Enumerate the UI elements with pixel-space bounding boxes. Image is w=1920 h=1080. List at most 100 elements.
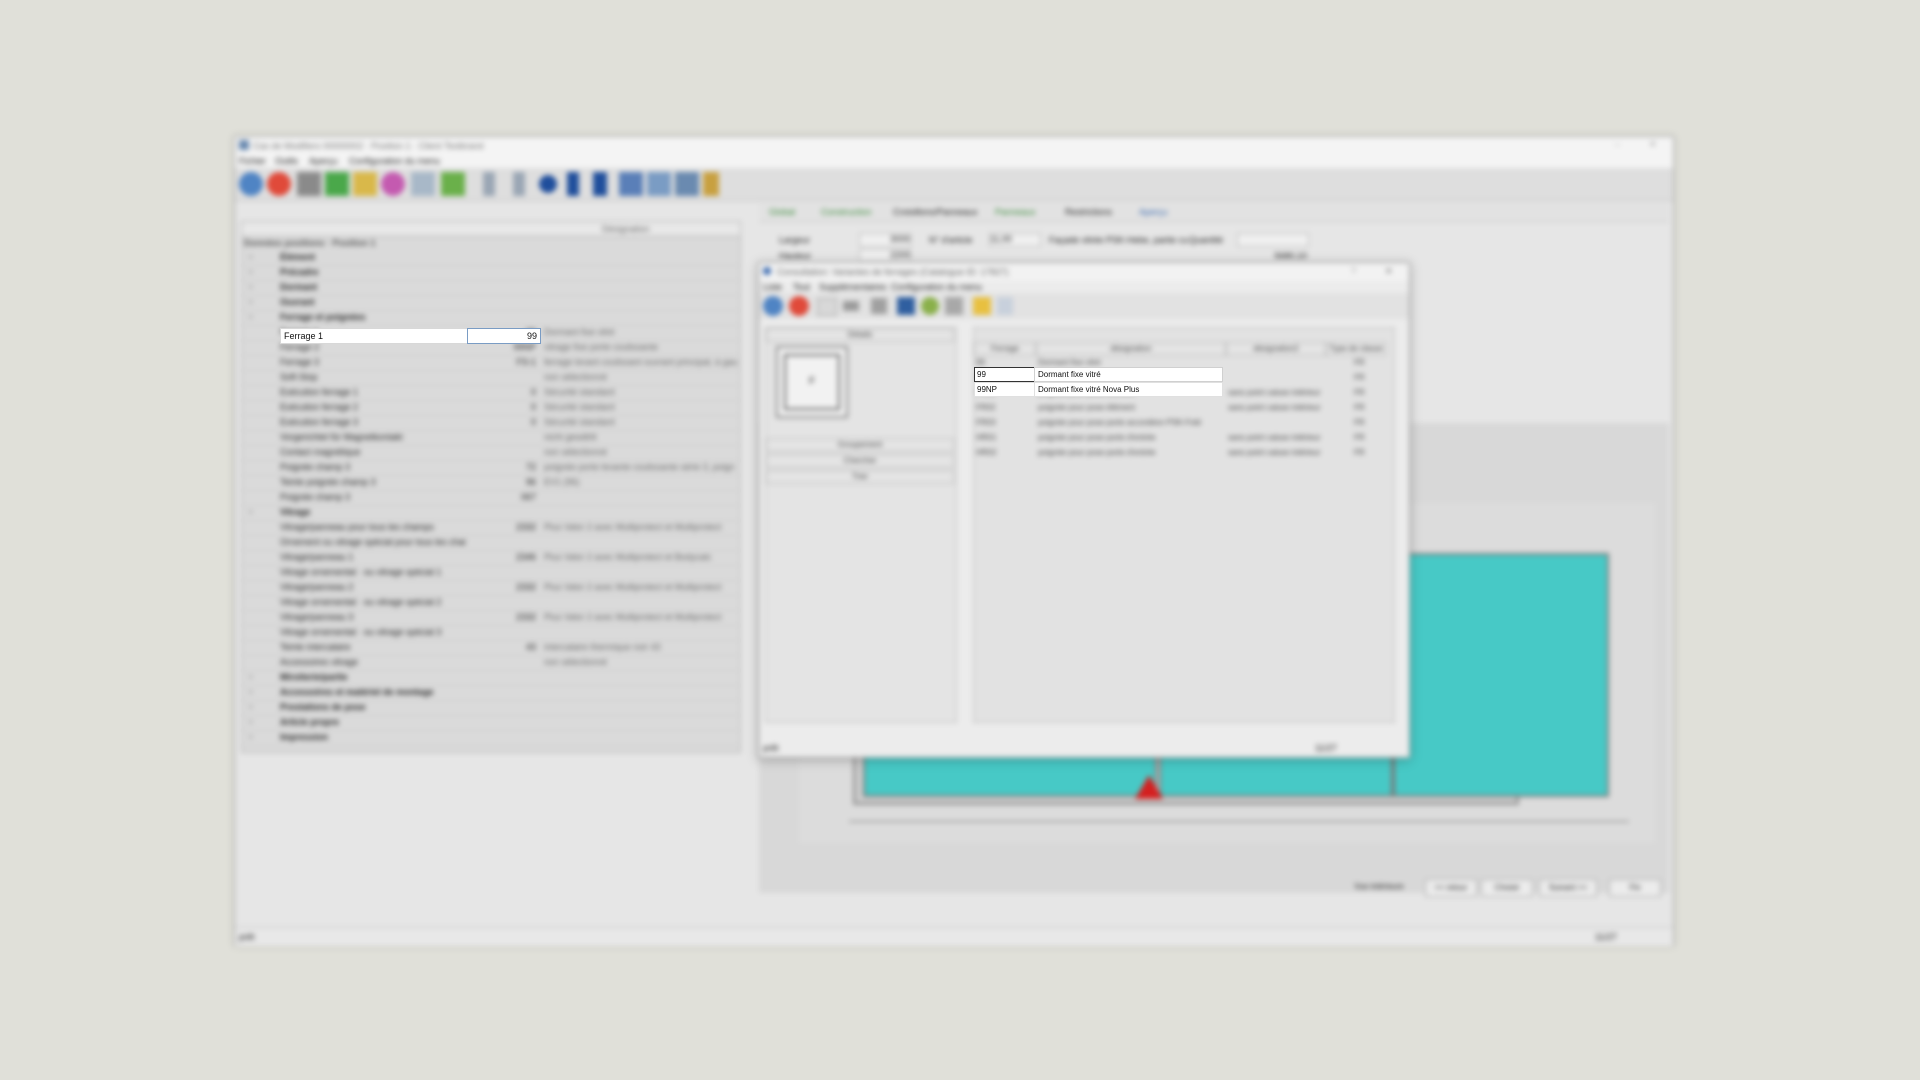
print-icon[interactable] xyxy=(843,301,859,311)
tree-property-row[interactable]: Vitrage ornemental · ou vitrage spécial … xyxy=(242,595,740,611)
close-icon[interactable]: ✕ xyxy=(1649,139,1657,150)
star-icon[interactable] xyxy=(973,297,991,315)
tab-apercu[interactable]: Aperçu xyxy=(1139,207,1168,217)
finish-button[interactable]: Fin xyxy=(1609,879,1661,897)
expand-icon[interactable]: + xyxy=(248,297,256,307)
menu-outils[interactable]: Outils xyxy=(275,156,298,166)
expand-icon[interactable]: + xyxy=(248,687,256,697)
tree-property-row[interactable]: Exécution ferrage 3 0 Sécurité standard xyxy=(242,415,740,431)
property-value[interactable]: 2346 xyxy=(468,552,536,562)
tree-group-row[interactable]: + Ouvrant xyxy=(242,295,740,311)
dialog-menu-liste[interactable]: Liste xyxy=(763,282,782,292)
document-icon[interactable] xyxy=(997,297,1013,315)
property-value[interactable]: 72 xyxy=(468,462,536,472)
dialog-menu-config[interactable]: Configuration du menu xyxy=(891,282,982,292)
record-icon[interactable] xyxy=(539,175,557,193)
expand-icon[interactable]: + xyxy=(248,717,256,727)
globe-icon[interactable] xyxy=(239,172,263,196)
variant-row[interactable]: FR03 poignée pour pose porte accordéon PS… xyxy=(974,416,1384,431)
choose-button[interactable]: Choisir xyxy=(1481,879,1533,897)
property-value[interactable]: 0 xyxy=(468,387,536,397)
tab-global[interactable]: Global xyxy=(769,207,795,217)
expand-icon[interactable]: + xyxy=(248,672,256,682)
first-icon[interactable] xyxy=(483,172,495,196)
next-icon[interactable] xyxy=(567,172,579,196)
red-circle-icon[interactable] xyxy=(789,296,809,316)
property-value[interactable]: FS-1 xyxy=(468,357,536,367)
dialog-menu-supp[interactable]: Supplémentaires xyxy=(819,282,887,292)
tree-property-row[interactable]: Vitrage ornemental · ou vitrage spécial … xyxy=(242,625,740,641)
tree-group-row[interactable]: + Élément xyxy=(242,250,740,266)
tree-group-row[interactable]: + Dormant xyxy=(242,280,740,296)
property-value[interactable]: 2332 xyxy=(468,522,536,532)
tree-group-row[interactable]: + Vitrage xyxy=(242,505,740,521)
next-button[interactable]: Suivant >> xyxy=(1539,879,1597,897)
minimize-icon[interactable]: – xyxy=(1615,139,1620,149)
palette-icon[interactable] xyxy=(381,172,405,196)
tree-property-row[interactable]: Ferrage 3 FS-1 ferrage levant coulissant o… xyxy=(242,355,740,371)
arrow-green-icon[interactable] xyxy=(325,172,349,196)
tree-property-row[interactable]: Vitrage/panneau 1 2346 Plus Valor 2 avec M… xyxy=(242,550,740,566)
property-value[interactable]: 2332 xyxy=(468,582,536,592)
image-icon[interactable] xyxy=(647,172,671,196)
red-circle-icon[interactable] xyxy=(267,172,291,196)
property-value[interactable]: 067 xyxy=(468,492,536,502)
dialog-help-icon[interactable]: ? xyxy=(1351,266,1356,276)
window-icon[interactable] xyxy=(619,172,643,196)
tree-property-row[interactable]: Exécution ferrage 1 0 Sécurité standard xyxy=(242,385,740,401)
back-button[interactable]: << retour xyxy=(1425,879,1477,897)
last-icon[interactable] xyxy=(593,172,607,196)
highlight-name-99[interactable]: Dormant fixe vitré xyxy=(1034,367,1223,382)
tree-property-row[interactable]: Vitrage/panneau 2 2332 Plus Valor 2 avec M… xyxy=(242,580,740,596)
col-type[interactable]: Type de classe xyxy=(1326,342,1386,356)
tree-icon[interactable] xyxy=(441,172,465,196)
expand-icon[interactable]: + xyxy=(248,312,256,322)
expand-icon[interactable]: + xyxy=(248,252,256,262)
input-article[interactable]: 11,00 xyxy=(989,233,1041,247)
pen-icon[interactable] xyxy=(945,297,963,315)
property-value[interactable]: 96 xyxy=(468,477,536,487)
dialog-close-icon[interactable]: ✕ xyxy=(1385,266,1393,277)
dialog-menu-tout[interactable]: Tout xyxy=(793,282,810,292)
tree-property-row[interactable]: Teinte poignée champ 3 96 EV1 (96) xyxy=(242,475,740,491)
menu-apercu[interactable]: Aperçu xyxy=(309,156,338,166)
highlight-ferrage1-value[interactable]: 99 xyxy=(467,328,541,344)
tree-property-row[interactable]: Ornement ou vitrage spécial pour tous le… xyxy=(242,535,740,551)
tree-property-row[interactable]: Vitrage/panneau 3 2332 Plus Valor 2 avec M… xyxy=(242,610,740,626)
tree-group-row[interactable]: + Précadre xyxy=(242,265,740,281)
group-button[interactable]: Groupement xyxy=(766,438,954,452)
hammer-icon[interactable] xyxy=(297,172,321,196)
highlight-ferrage1-label[interactable]: Ferrage 1 xyxy=(280,328,468,344)
copy-icon[interactable] xyxy=(411,172,435,196)
expand-icon[interactable]: + xyxy=(248,507,256,517)
save-icon[interactable] xyxy=(897,297,915,315)
tree-group-row[interactable]: + Miroiterie/partie xyxy=(242,670,740,686)
tree-property-row[interactable]: Vitrage ornemental · ou vitrage spécial … xyxy=(242,565,740,581)
highlight-code-99np[interactable]: 99NP xyxy=(974,382,1036,397)
tree-property-row[interactable]: Contact magnétique non sélectionné xyxy=(242,445,740,461)
tree-property-row[interactable]: Teinte intercalaire 43 intercalaire thermi… xyxy=(242,640,740,656)
tree-property-row[interactable]: Poignée champ 3 067 xyxy=(242,490,740,506)
filter-icon[interactable] xyxy=(871,298,887,314)
tree-property-row[interactable]: Accessoires vitrage non sélectionné xyxy=(242,655,740,671)
highlight-name-99np[interactable]: Dormant fixe vitré Nova Plus xyxy=(1034,382,1223,397)
property-value[interactable]: 2332 xyxy=(468,612,536,622)
input-hauteur[interactable]: 2200 xyxy=(859,249,911,263)
tree-group-row[interactable]: + Impression xyxy=(242,730,740,746)
property-value[interactable]: 43 xyxy=(468,642,536,652)
grid-icon[interactable] xyxy=(675,172,699,196)
expand-icon[interactable]: + xyxy=(248,702,256,712)
tree-property-row[interactable]: Exécution ferrage 2 0 Sécurité standard xyxy=(242,400,740,416)
tab-panneaux[interactable]: Panneaux xyxy=(995,207,1036,217)
tree-property-row[interactable]: Vitrage/panneau pour tous les champs 2332… xyxy=(242,520,740,536)
globe-icon[interactable] xyxy=(763,296,783,316)
blank-icon[interactable] xyxy=(817,298,837,316)
variant-row[interactable]: HR01 poignée pour pose porte d'entrée sans… xyxy=(974,431,1384,446)
sort-button[interactable]: Trier xyxy=(766,470,954,484)
refresh-icon[interactable] xyxy=(921,297,939,315)
variant-row[interactable]: FR02 poignée pour pose élément sans point … xyxy=(974,401,1384,416)
tree-group-row[interactable]: + Accessoires et matériel de montage xyxy=(242,685,740,701)
tree-group-row[interactable]: + Prestations de pose xyxy=(242,700,740,716)
property-value[interactable]: 0 xyxy=(468,417,536,427)
expand-icon[interactable]: + xyxy=(248,282,256,292)
